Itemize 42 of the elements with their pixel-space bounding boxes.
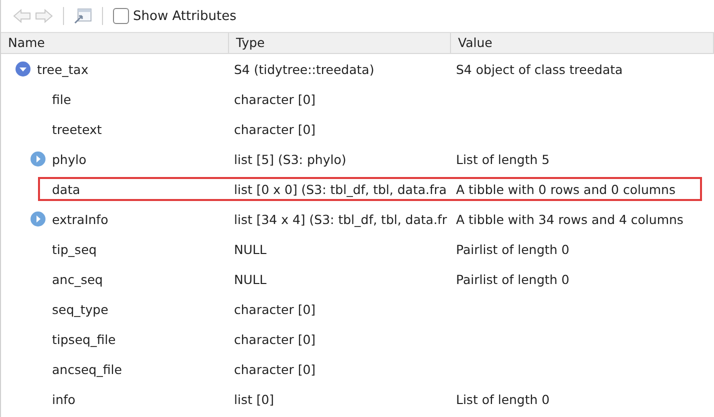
type-cell-text: character [0] <box>233 122 317 136</box>
variable-name: phylo <box>52 152 86 166</box>
column-header[interactable]: Value <box>451 33 714 53</box>
variable-name: info <box>52 392 76 406</box>
type-cell-text: list [34 x 4] (S3: tbl_df, tbl, data.fr <box>233 212 448 226</box>
variable-name: tipseq_file <box>52 332 116 346</box>
value-cell-text: List of length 0 <box>455 392 551 406</box>
type-cell-text: character [0] <box>233 332 317 346</box>
variable-name: file <box>52 92 72 106</box>
back-arrow-icon[interactable] <box>13 9 31 23</box>
collapse-icon[interactable] <box>15 61 31 77</box>
expand-icon[interactable] <box>30 211 46 227</box>
type-cell-text: character [0] <box>233 302 317 316</box>
type-cell-text: list [0] <box>233 392 276 406</box>
value-cell-text: A tibble with 0 rows and 0 columns <box>455 182 676 196</box>
show-attributes-label: Show Attributes <box>133 8 236 24</box>
expand-icon[interactable] <box>30 151 46 167</box>
type-cell-text: NULL <box>233 272 268 286</box>
window-icon[interactable] <box>74 8 92 24</box>
variable-name: ancseq_file <box>52 362 122 376</box>
value-cell-text: Pairlist of length 0 <box>455 272 570 286</box>
value-cell-text: S4 object of class treedata <box>455 62 624 76</box>
variable-name: extraInfo <box>52 212 108 226</box>
variable-name: tree_tax <box>37 62 88 76</box>
variable-name: seq_type <box>52 302 108 316</box>
column-header[interactable]: Type <box>229 33 451 53</box>
show-attributes-checkbox[interactable] <box>113 8 129 24</box>
type-cell-text: list [0 x 0] (S3: tbl_df, tbl, data.fra <box>233 182 448 196</box>
value-cell-text: Pairlist of length 0 <box>455 242 570 256</box>
value-cell-text: List of length 5 <box>455 152 551 166</box>
value-cell-text: A tibble with 34 rows and 4 columns <box>455 212 684 226</box>
type-cell-text: NULL <box>233 242 268 256</box>
type-cell-text: S4 (tidytree::treedata) <box>233 62 376 76</box>
type-cell-text: character [0] <box>233 362 317 376</box>
type-cell-text: list [5] (S3: phylo) <box>233 152 348 166</box>
type-cell-text: character [0] <box>233 92 317 106</box>
forward-arrow-icon[interactable] <box>35 9 53 23</box>
variable-name: tip_seq <box>52 242 97 256</box>
variable-name: anc_seq <box>52 272 103 286</box>
column-header[interactable]: Name <box>1 33 229 53</box>
variable-name: treetext <box>52 122 102 136</box>
variable-name: data <box>52 182 80 196</box>
